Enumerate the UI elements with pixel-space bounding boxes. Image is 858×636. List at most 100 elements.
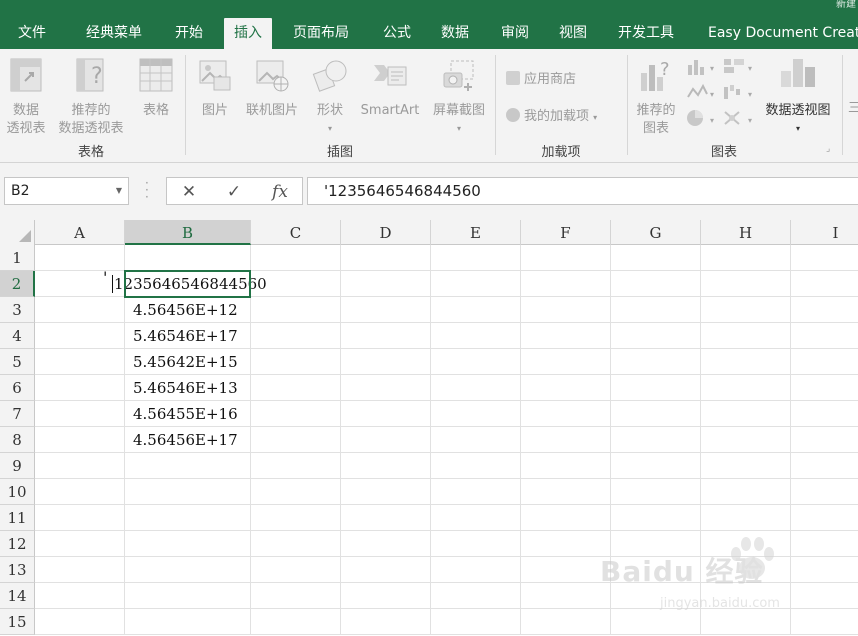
cell[interactable]	[125, 453, 251, 479]
cell[interactable]	[791, 427, 858, 453]
cell[interactable]	[431, 427, 521, 453]
cell[interactable]	[35, 375, 125, 401]
cell[interactable]	[431, 453, 521, 479]
cell[interactable]	[341, 271, 431, 297]
cell[interactable]	[431, 531, 521, 557]
online-pictures-button[interactable]: 联机图片	[240, 57, 304, 120]
cell[interactable]	[35, 453, 125, 479]
cell[interactable]	[251, 349, 341, 375]
cell[interactable]	[701, 479, 791, 505]
formula-bar-splitter-icon[interactable]: · · ·	[145, 177, 149, 203]
cell[interactable]	[341, 531, 431, 557]
cell[interactable]	[611, 349, 701, 375]
cell[interactable]	[521, 427, 611, 453]
row-header-8[interactable]: 8	[0, 427, 35, 453]
cell[interactable]	[431, 297, 521, 323]
cell[interactable]	[791, 401, 858, 427]
cell-b3[interactable]: 4.56456E+12	[133, 297, 251, 323]
cell[interactable]	[431, 479, 521, 505]
cell[interactable]	[521, 271, 611, 297]
row-header-15[interactable]: 15	[0, 609, 35, 635]
cell[interactable]	[125, 505, 251, 531]
cell[interactable]	[431, 401, 521, 427]
row-header-3[interactable]: 3	[0, 297, 35, 323]
column-chart-button[interactable]: ▾	[686, 57, 720, 79]
column-header-g[interactable]: G	[611, 220, 701, 245]
pivot-chart-button[interactable]: 数据透视图 ▾	[758, 57, 838, 138]
smartart-button[interactable]: SmartArt	[355, 57, 425, 120]
cell[interactable]	[521, 245, 611, 271]
pivot-table-button[interactable]: 数据 透视表	[2, 57, 50, 138]
cell[interactable]	[251, 427, 341, 453]
cell[interactable]	[341, 245, 431, 271]
row-header-13[interactable]: 13	[0, 557, 35, 583]
pictures-button[interactable]: 图片	[194, 57, 236, 120]
cell[interactable]	[341, 323, 431, 349]
cell[interactable]	[521, 453, 611, 479]
cell[interactable]	[611, 297, 701, 323]
column-header-b[interactable]: B	[125, 220, 251, 245]
cell[interactable]	[35, 505, 125, 531]
column-header-h[interactable]: H	[701, 220, 791, 245]
cell[interactable]	[611, 453, 701, 479]
tab-data[interactable]: 数据	[441, 18, 469, 49]
cell[interactable]	[35, 427, 125, 453]
cell[interactable]	[341, 583, 431, 609]
row-header-14[interactable]: 14	[0, 583, 35, 609]
cell[interactable]	[125, 557, 251, 583]
cell[interactable]	[341, 349, 431, 375]
cell[interactable]	[125, 583, 251, 609]
cell[interactable]	[125, 609, 251, 635]
cell[interactable]	[521, 557, 611, 583]
name-box-dropdown-icon[interactable]: ▼	[116, 178, 122, 204]
shapes-button[interactable]: 形状 ▾	[308, 57, 352, 138]
cell[interactable]	[35, 349, 125, 375]
column-header-e[interactable]: E	[431, 220, 521, 245]
cell[interactable]	[35, 531, 125, 557]
cell[interactable]	[251, 375, 341, 401]
name-box[interactable]: B2 ▼	[4, 177, 129, 205]
cell[interactable]	[251, 583, 341, 609]
cell[interactable]	[251, 297, 341, 323]
cell[interactable]	[791, 349, 858, 375]
column-header-f[interactable]: F	[521, 220, 611, 245]
cell[interactable]	[341, 297, 431, 323]
cell-b5[interactable]: 5.45642E+15	[133, 349, 251, 375]
select-all-button[interactable]	[0, 220, 35, 245]
hierarchy-chart-button[interactable]: ▾	[722, 57, 756, 79]
tab-developer[interactable]: 开发工具	[618, 18, 674, 49]
cell[interactable]	[431, 349, 521, 375]
cell-b8[interactable]: 4.56456E+17	[133, 427, 251, 453]
my-addins-button[interactable]: 我的加载项 ▾	[506, 105, 597, 124]
cell[interactable]	[251, 323, 341, 349]
cell[interactable]	[611, 505, 701, 531]
cell[interactable]	[341, 375, 431, 401]
cell[interactable]	[251, 401, 341, 427]
recommended-charts-button[interactable]: ? 推荐的 图表	[630, 57, 682, 138]
cell[interactable]	[611, 401, 701, 427]
cell[interactable]	[701, 427, 791, 453]
cell[interactable]	[35, 297, 125, 323]
tab-review[interactable]: 审阅	[501, 18, 529, 49]
cell[interactable]	[611, 323, 701, 349]
cell[interactable]	[521, 375, 611, 401]
line-chart-button[interactable]: ▾	[686, 83, 720, 105]
cell[interactable]	[431, 375, 521, 401]
scatter-chart-button[interactable]: ▾	[722, 109, 756, 131]
cell[interactable]	[521, 349, 611, 375]
cell[interactable]	[521, 583, 611, 609]
cell[interactable]	[701, 271, 791, 297]
table-button[interactable]: 表格	[134, 57, 178, 120]
screenshot-button[interactable]: 屏幕截图 ▾	[427, 57, 491, 138]
cell[interactable]	[341, 609, 431, 635]
cell-b4[interactable]: 5.46546E+17	[133, 323, 251, 349]
row-header-2[interactable]: 2	[0, 271, 35, 297]
cell[interactable]	[521, 505, 611, 531]
cell[interactable]	[701, 245, 791, 271]
cell-b2-text[interactable]: 1235646546844560	[114, 271, 267, 297]
cell[interactable]	[251, 531, 341, 557]
cell[interactable]	[251, 557, 341, 583]
row-header-5[interactable]: 5	[0, 349, 35, 375]
charts-dialog-launcher-icon[interactable]: ⌟	[826, 144, 830, 154]
cell[interactable]	[701, 375, 791, 401]
